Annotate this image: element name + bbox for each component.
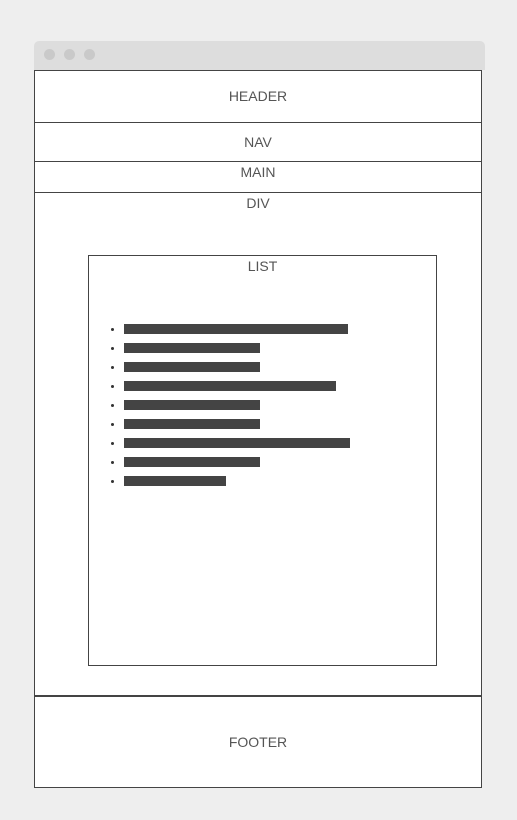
main-section: MAIN <box>35 162 481 193</box>
footer-section: FOOTER <box>35 695 481 787</box>
bullet-icon <box>111 423 114 426</box>
text-placeholder-bar <box>124 343 260 353</box>
list-item <box>89 418 436 437</box>
browser-window: HEADER NAV MAIN DIV LIST FOOTER <box>34 41 485 788</box>
main-label: MAIN <box>240 164 276 180</box>
list-item <box>89 380 436 399</box>
bullet-icon <box>111 461 114 464</box>
text-placeholder-bar <box>124 419 260 429</box>
text-placeholder-bar <box>124 438 350 448</box>
bullet-icon <box>111 480 114 483</box>
list-item <box>89 399 436 418</box>
window-minimize-dot-icon[interactable] <box>64 49 75 60</box>
window-titlebar <box>34 41 485 70</box>
nav-label: NAV <box>244 134 272 150</box>
bullet-icon <box>111 442 114 445</box>
list-box: LIST <box>88 255 437 666</box>
bullet-icon <box>111 328 114 331</box>
bullet-icon <box>111 347 114 350</box>
list-item <box>89 475 436 494</box>
bullet-icon <box>111 385 114 388</box>
bullet-icon <box>111 404 114 407</box>
text-placeholder-bar <box>124 400 260 410</box>
text-placeholder-bar <box>124 324 348 334</box>
page-wireframe: HEADER NAV MAIN DIV LIST FOOTER <box>34 70 482 788</box>
list-items <box>89 323 436 494</box>
header-section: HEADER <box>35 71 481 123</box>
window-maximize-dot-icon[interactable] <box>84 49 95 60</box>
div-section: DIV LIST <box>35 193 481 695</box>
window-close-dot-icon[interactable] <box>44 49 55 60</box>
list-item <box>89 456 436 475</box>
list-item <box>89 361 436 380</box>
list-item <box>89 323 436 342</box>
text-placeholder-bar <box>124 476 226 486</box>
text-placeholder-bar <box>124 381 336 391</box>
list-item <box>89 437 436 456</box>
list-label: LIST <box>247 258 278 274</box>
footer-label: FOOTER <box>228 734 288 750</box>
header-label: HEADER <box>228 88 288 104</box>
text-placeholder-bar <box>124 457 260 467</box>
text-placeholder-bar <box>124 362 260 372</box>
nav-section: NAV <box>35 123 481 162</box>
list-item <box>89 342 436 361</box>
bullet-icon <box>111 366 114 369</box>
div-label: DIV <box>246 195 270 211</box>
